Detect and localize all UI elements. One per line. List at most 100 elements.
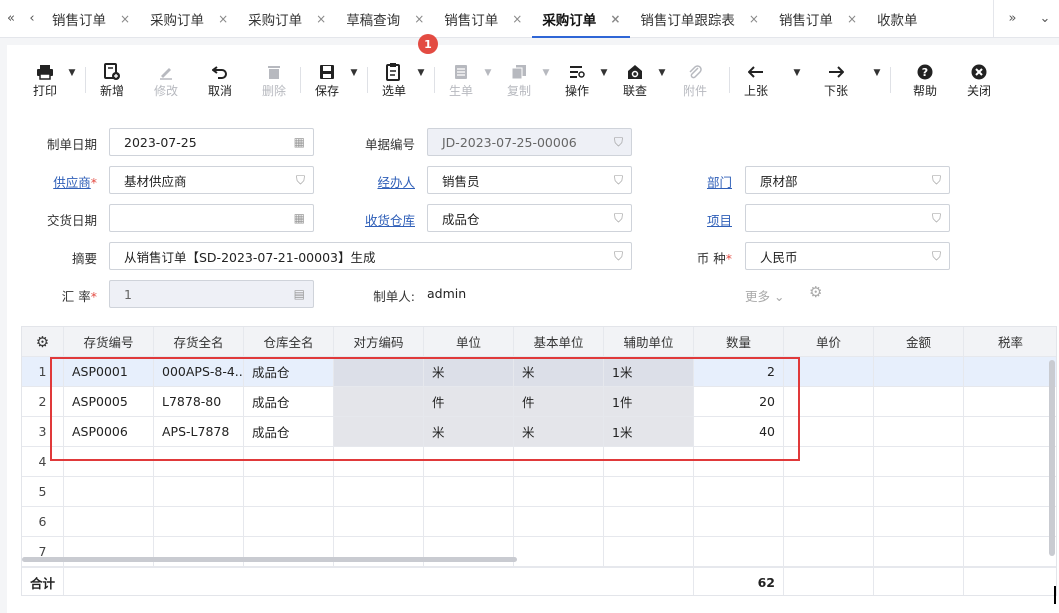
cell-tax[interactable] — [964, 507, 1057, 537]
cell-base-unit[interactable]: 米 — [514, 357, 604, 387]
cell-other[interactable] — [334, 477, 424, 507]
help-button[interactable]: ? 帮助 — [905, 57, 945, 103]
cell-price[interactable] — [784, 417, 874, 447]
cell-warehouse[interactable] — [244, 537, 334, 567]
calendar-icon[interactable]: ▦ — [294, 135, 305, 149]
cell-qty[interactable]: 2 — [694, 357, 784, 387]
tab-5[interactable]: 采购订单× — [532, 0, 630, 37]
filter-icon[interactable]: ⛉ — [932, 173, 941, 188]
cell-qty[interactable]: 20 — [694, 387, 784, 417]
tab-next-button[interactable]: » — [993, 0, 1031, 37]
tab-menu-button[interactable]: ⌄ — [1031, 0, 1059, 37]
cell-other[interactable] — [334, 507, 424, 537]
cell-tax[interactable] — [964, 447, 1057, 477]
cell-amount[interactable] — [874, 447, 964, 477]
print-button[interactable]: 打印 — [25, 57, 65, 103]
tab-close-icon[interactable]: × — [610, 12, 620, 26]
cell-name[interactable]: APS-L7878 — [154, 417, 244, 447]
close-button[interactable]: 关闭 — [959, 57, 999, 103]
table-row[interactable]: 5 — [22, 477, 1057, 507]
summary-field[interactable]: 从销售订单【SD-2023-07-21-00003】生成 ⛉ — [109, 242, 632, 270]
table-row[interactable]: 7 — [22, 537, 1057, 567]
cell-base-unit[interactable] — [514, 507, 604, 537]
tab-close-icon[interactable]: × — [847, 12, 857, 26]
attachment-button[interactable]: 附件 — [675, 57, 715, 103]
vertical-scrollbar[interactable] — [1049, 360, 1055, 556]
column-header[interactable]: 仓库全名 — [244, 327, 334, 357]
cell-name[interactable] — [154, 447, 244, 477]
cell-unit[interactable] — [424, 507, 514, 537]
cell-amount[interactable] — [874, 417, 964, 447]
column-header[interactable]: 单价 — [784, 327, 874, 357]
cell-unit[interactable]: 米 — [424, 417, 514, 447]
column-header[interactable]: 存货编号 — [64, 327, 154, 357]
more-toggle[interactable]: 更多 ⌄ — [745, 286, 784, 305]
cell-price[interactable] — [784, 507, 874, 537]
column-header[interactable]: 单位 — [424, 327, 514, 357]
cell-warehouse[interactable] — [244, 507, 334, 537]
cell-aux-unit[interactable] — [604, 477, 694, 507]
tab-1[interactable]: 采购订单× — [140, 0, 238, 37]
warehouse-field[interactable]: 成品仓 ⛉ — [427, 204, 632, 232]
tab-prev-button[interactable]: ‹ — [22, 0, 42, 37]
new-button[interactable]: 新增 — [92, 57, 132, 103]
cell-qty[interactable]: 40 — [694, 417, 784, 447]
cell-tax[interactable] — [964, 357, 1057, 387]
filter-icon[interactable]: ⛉ — [614, 173, 623, 188]
cell-tax[interactable] — [964, 417, 1057, 447]
save-dropdown-icon[interactable]: ▼ — [347, 68, 361, 78]
cell-other[interactable] — [334, 417, 424, 447]
cell-code[interactable] — [64, 537, 154, 567]
copy-button[interactable]: 复制 — [499, 57, 539, 103]
tab-close-icon[interactable]: × — [512, 12, 522, 26]
cell-price[interactable] — [784, 357, 874, 387]
currency-field[interactable]: 人民币 ⛉ — [745, 242, 950, 270]
handler-field[interactable]: 销售员 ⛉ — [427, 166, 632, 194]
cell-other[interactable] — [334, 447, 424, 477]
tab-8[interactable]: 收款单 — [867, 0, 936, 37]
cell-tax[interactable] — [964, 477, 1057, 507]
cell-unit[interactable] — [424, 477, 514, 507]
delivery-date-field[interactable]: ▦ — [109, 204, 314, 232]
cell-aux-unit[interactable] — [604, 537, 694, 567]
cell-warehouse[interactable]: 成品仓 — [244, 357, 334, 387]
cell-aux-unit[interactable]: 1米 — [604, 357, 694, 387]
cell-base-unit[interactable] — [514, 447, 604, 477]
select-order-dropdown-icon[interactable]: ▼ — [414, 68, 428, 78]
tab-6[interactable]: 销售订单跟踪表× — [630, 0, 769, 37]
delete-button[interactable]: 删除 — [254, 57, 294, 103]
grid-settings-icon[interactable]: ⚙ — [22, 327, 64, 357]
filter-icon[interactable]: ⛉ — [614, 249, 623, 264]
tab-0[interactable]: 销售订单× — [42, 0, 140, 37]
copy-dropdown-icon[interactable]: ▼ — [539, 68, 553, 78]
supplier-label[interactable]: 供应商* — [27, 172, 97, 191]
edit-button[interactable]: 修改 — [146, 57, 186, 103]
settings-icon[interactable]: ⚙ — [809, 283, 822, 301]
doc-no-field[interactable]: JD-2023-07-25-00006 ⛉ — [427, 128, 632, 156]
cell-amount[interactable] — [874, 357, 964, 387]
column-header[interactable]: 金额 — [874, 327, 964, 357]
cell-name[interactable]: L7878-80 — [154, 387, 244, 417]
dept-field[interactable]: 原材部 ⛉ — [745, 166, 950, 194]
cell-name[interactable] — [154, 477, 244, 507]
table-row[interactable]: 3ASP0006APS-L7878成品仓米米1米40 — [22, 417, 1057, 447]
tab-close-icon[interactable]: × — [120, 12, 130, 26]
cell-warehouse[interactable]: 成品仓 — [244, 387, 334, 417]
calculator-icon[interactable]: ▤ — [294, 287, 305, 301]
cell-code[interactable] — [64, 447, 154, 477]
next-record-button[interactable]: 下张 — [816, 57, 856, 103]
column-header[interactable]: 辅助单位 — [604, 327, 694, 357]
cell-price[interactable] — [784, 387, 874, 417]
filter-icon[interactable]: ⛉ — [614, 211, 623, 226]
tab-close-icon[interactable]: × — [414, 12, 424, 26]
cell-aux-unit[interactable] — [604, 447, 694, 477]
calendar-icon[interactable]: ▦ — [294, 211, 305, 225]
tab-3[interactable]: 草稿查询× — [336, 0, 434, 37]
cell-unit[interactable]: 米 — [424, 357, 514, 387]
cell-warehouse[interactable] — [244, 477, 334, 507]
table-row[interactable]: 4 — [22, 447, 1057, 477]
linked-query-button[interactable]: 联查 — [615, 57, 655, 103]
cell-base-unit[interactable] — [514, 537, 604, 567]
date-field[interactable]: 2023-07-25 ▦ — [109, 128, 314, 156]
cell-code[interactable]: ASP0006 — [64, 417, 154, 447]
